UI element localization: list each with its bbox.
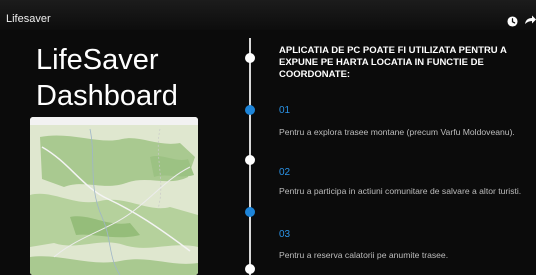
map-view[interactable] [30,117,198,275]
timeline-node-end [245,264,255,274]
item-text-01: Pentru a explora trasee montane (precum … [279,127,515,137]
slide-title-line-2: Dashboard [36,80,178,112]
item-number-01: 01 [279,105,291,116]
item-number-03: 03 [279,229,291,240]
timeline-node-heading [245,53,255,63]
timeline-node-01 [245,105,255,115]
video-frame[interactable]: Lifesaver LifeSaver Dashboard APLICATIA … [0,0,536,275]
slide-heading: APLICATIA DE PC POATE FI UTILIZATA PENTR… [279,45,507,80]
item-text-02: Pentru a participa in actiuni comunitare… [279,186,522,196]
video-title[interactable]: Lifesaver [6,13,51,25]
map-terrain [30,125,198,275]
share-arrow-icon[interactable] [524,14,536,26]
video-top-bar: Lifesaver [0,0,536,30]
item-number-02: 02 [279,167,291,178]
item-text-03: Pentru a reserva calatorii pe anumite tr… [279,250,449,260]
slide-title: LifeSaver Dashboard [36,42,178,114]
timeline-node-02-marker [245,155,255,165]
slide-title-line-1: LifeSaver [36,44,159,76]
clock-icon[interactable] [507,16,518,27]
timeline-node-03 [245,207,255,217]
